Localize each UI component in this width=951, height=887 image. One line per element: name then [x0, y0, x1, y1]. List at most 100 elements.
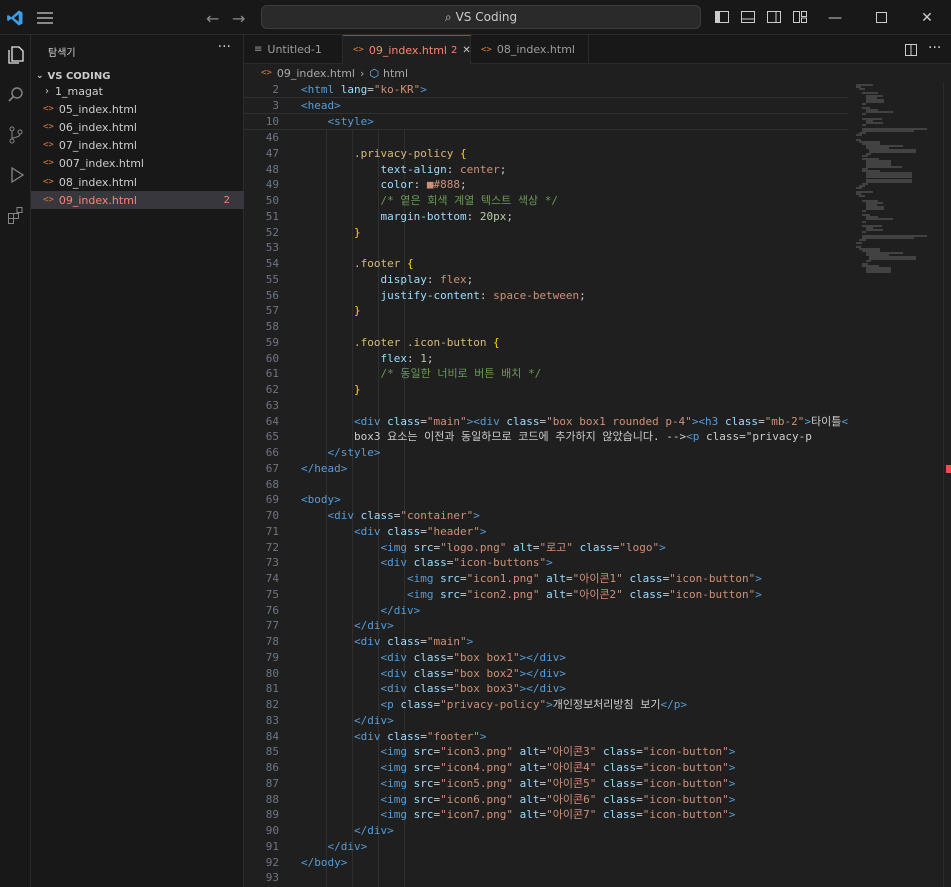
- sidebar-item-05-index[interactable]: <> 05_index.html: [31, 100, 244, 118]
- code-line[interactable]: 46: [244, 130, 848, 146]
- code-line[interactable]: 52 }: [244, 225, 848, 241]
- code-line[interactable]: 88 <img src="icon6.png" alt="아이콘6" class…: [244, 792, 848, 808]
- vertical-scrollbar[interactable]: [943, 82, 951, 887]
- html-file-icon: <>: [43, 122, 54, 132]
- code-line[interactable]: 77 </div>: [244, 618, 848, 634]
- code-line[interactable]: 79 <div class="box box1"></div>: [244, 650, 848, 666]
- breadcrumb-file[interactable]: 09_index.html: [277, 67, 355, 80]
- toggle-primary-sidebar-icon[interactable]: [714, 9, 730, 25]
- close-button[interactable]: ✕: [904, 0, 950, 35]
- workspace-folder-label: VS CODING: [47, 70, 111, 82]
- line-number: 49: [265, 178, 279, 192]
- sidebar-item-08-index[interactable]: <> 08_index.html: [31, 173, 244, 191]
- code-line[interactable]: 90 </div>: [244, 823, 848, 839]
- code-line[interactable]: 70 <div class="container">: [244, 508, 848, 524]
- code-line[interactable]: 58: [244, 319, 848, 335]
- more-actions-icon[interactable]: ···: [928, 40, 941, 56]
- code-line[interactable]: 49 color: ■#888;: [244, 177, 848, 193]
- forward-arrow-icon[interactable]: →: [232, 9, 245, 28]
- source-control-icon[interactable]: [0, 117, 31, 153]
- code-line[interactable]: 87 <img src="icon5.png" alt="아이콘5" class…: [244, 776, 848, 792]
- sidebar-item-07-index[interactable]: <> 07_index.html: [31, 136, 244, 154]
- code-line[interactable]: 69 <body>: [244, 492, 848, 508]
- code-line[interactable]: 89 <img src="icon7.png" alt="아이콘7" class…: [244, 807, 848, 823]
- code-line[interactable]: 62 }: [244, 382, 848, 398]
- minimap-line: [862, 237, 914, 240]
- search-label: VS Coding: [455, 10, 518, 24]
- code-line[interactable]: 85 <img src="icon3.png" alt="아이콘3" class…: [244, 744, 848, 760]
- code-line[interactable]: 81 <div class="box box3"></div>: [244, 681, 848, 697]
- code-line[interactable]: 64 <div class="main"><div class="box box…: [244, 414, 848, 430]
- line-number: 60: [265, 351, 279, 365]
- html-file-icon: <>: [43, 195, 54, 205]
- line-number: 76: [265, 603, 279, 617]
- sidebar-item-06-index[interactable]: <> 06_index.html: [31, 118, 244, 136]
- code-line[interactable]: 71 <div class="header">: [244, 524, 848, 540]
- minimize-button[interactable]: —: [812, 0, 858, 35]
- minimap[interactable]: [848, 82, 943, 887]
- code-line[interactable]: 92 </body>: [244, 855, 848, 871]
- code-line[interactable]: 82 <p class="privacy-policy">개인정보처리방침 보기…: [244, 697, 848, 713]
- code-line[interactable]: 51 margin-bottom: 20px;: [244, 209, 848, 225]
- code-line[interactable]: 86 <img src="icon4.png" alt="아이콘4" class…: [244, 760, 848, 776]
- command-center-search[interactable]: ⌕ VS Coding: [261, 5, 701, 29]
- code-line[interactable]: 73 <div class="icon-buttons">: [244, 555, 848, 571]
- code-line[interactable]: 68: [244, 477, 848, 493]
- code-line[interactable]: 74 <img src="icon1.png" alt="아이콘1" class…: [244, 571, 848, 587]
- more-actions-icon[interactable]: ···: [218, 39, 231, 55]
- code-line[interactable]: 84 <div class="footer">: [244, 729, 848, 745]
- tab-untitled-1[interactable]: ≡ Untitled-1: [244, 35, 343, 64]
- extensions-icon[interactable]: [0, 197, 31, 233]
- code-line[interactable]: 78 <div class="main">: [244, 634, 848, 650]
- run-debug-icon[interactable]: [0, 157, 31, 193]
- code-line[interactable]: 50 /* 옅은 회색 계열 텍스트 색상 */: [244, 193, 848, 209]
- tab-08-index[interactable]: <> 08_index.html: [471, 35, 589, 64]
- code-line[interactable]: 93: [244, 870, 848, 886]
- minimap-line: [856, 186, 863, 189]
- back-arrow-icon[interactable]: ←: [206, 9, 219, 28]
- code-line[interactable]: 55 display: flex;: [244, 272, 848, 288]
- sticky-scroll-line[interactable]: 2 <html lang="ko-KR">: [244, 82, 848, 98]
- minimap-line: [868, 151, 916, 154]
- code-line[interactable]: 83 </div>: [244, 713, 848, 729]
- code-text: margin-bottom: 20px;: [380, 209, 513, 223]
- code-line[interactable]: 57 }: [244, 303, 848, 319]
- split-editor-icon[interactable]: [904, 42, 918, 56]
- code-line[interactable]: 56 justify-content: space-between;: [244, 288, 848, 304]
- code-line[interactable]: 66 </style>: [244, 445, 848, 461]
- sidebar-item-label: 09_index.html: [58, 193, 137, 207]
- code-line[interactable]: 65 box3 요소는 이전과 동일하므로 코드에 추가하지 않았습니다. --…: [244, 429, 848, 445]
- toggle-secondary-sidebar-icon[interactable]: [766, 9, 782, 25]
- code-line[interactable]: 60 flex: 1;: [244, 351, 848, 367]
- sidebar-item-09-index[interactable]: <> 09_index.html 2: [31, 191, 244, 209]
- code-line[interactable]: 80 <div class="box box2"></div>: [244, 666, 848, 682]
- explorer-icon[interactable]: [0, 37, 31, 73]
- code-line[interactable]: 47 .privacy-policy {: [244, 146, 848, 162]
- menu-icon[interactable]: [35, 8, 55, 28]
- code-line[interactable]: 91 </div>: [244, 839, 848, 855]
- search-icon[interactable]: [0, 77, 31, 113]
- sticky-scroll-line[interactable]: 3 <head>: [244, 98, 848, 114]
- code-text: <style>: [327, 115, 374, 128]
- code-line[interactable]: 63: [244, 398, 848, 414]
- code-line[interactable]: 67 </head>: [244, 461, 848, 477]
- sticky-scroll-line[interactable]: 10 <style>: [244, 114, 848, 130]
- breadcrumb-node[interactable]: html: [383, 67, 408, 80]
- code-editor[interactable]: 2 <html lang="ko-KR"> 3 <head> 10 <style> 46 4…: [244, 82, 848, 887]
- sidebar-item-007-index[interactable]: <> 007_index.html: [31, 154, 244, 172]
- code-line[interactable]: 76 </div>: [244, 603, 848, 619]
- code-line[interactable]: 59 .footer .icon-button {: [244, 335, 848, 351]
- code-line[interactable]: 53: [244, 240, 848, 256]
- line-number: 80: [265, 666, 279, 680]
- close-icon[interactable]: ✕: [462, 45, 470, 56]
- code-line[interactable]: 54 .footer {: [244, 256, 848, 272]
- maximize-button[interactable]: [858, 0, 904, 35]
- sidebar-item-1-magat[interactable]: › 1_magat: [31, 82, 244, 100]
- tab-09-index[interactable]: <> 09_index.html 2 ✕: [343, 35, 471, 64]
- code-line[interactable]: 75 <img src="icon2.png" alt="아이콘2" class…: [244, 587, 848, 603]
- customize-layout-icon[interactable]: [792, 9, 808, 25]
- toggle-panel-icon[interactable]: [740, 9, 756, 25]
- code-line[interactable]: 61 /* 동일한 너비로 버튼 배치 */: [244, 366, 848, 382]
- code-line[interactable]: 72 <img src="logo.png" alt="로고" class="l…: [244, 540, 848, 556]
- code-line[interactable]: 48 text-align: center;: [244, 162, 848, 178]
